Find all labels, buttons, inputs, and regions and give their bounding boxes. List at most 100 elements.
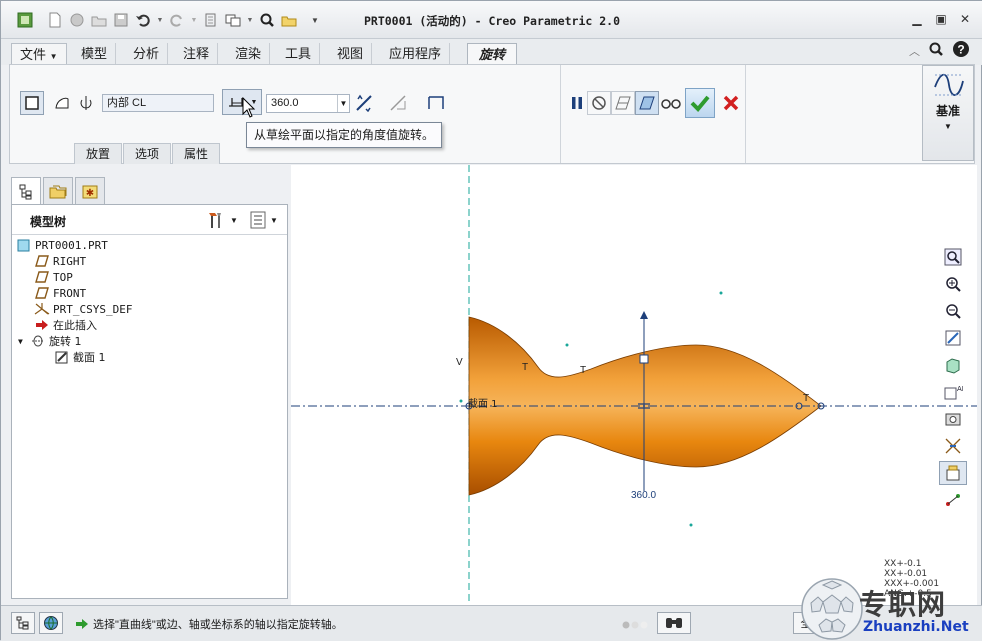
model-tree-tab-icon[interactable]: [11, 177, 41, 205]
solid-revolve-icon[interactable]: [20, 91, 44, 115]
subtab-placement[interactable]: 放置: [74, 143, 123, 164]
minimize-icon[interactable]: ▁: [905, 9, 929, 29]
mouse-cursor-icon: [242, 96, 256, 122]
minimize-ribbon-icon[interactable]: ︿: [909, 43, 920, 59]
cancel-feature-button[interactable]: [719, 91, 743, 115]
axis-collector[interactable]: 内部 CL: [102, 94, 214, 112]
favorites-tab-icon[interactable]: ✱: [75, 177, 105, 205]
search-help-icon[interactable]: [928, 41, 944, 60]
tree-item-revolve[interactable]: ▼ 旋转 1: [18, 333, 82, 349]
tree-item-label: TOP: [53, 270, 73, 284]
view-manager-icon[interactable]: [939, 407, 967, 431]
tab-annotate[interactable]: 注释: [175, 43, 219, 65]
tab-model[interactable]: 模型: [73, 43, 117, 65]
constraint-label-t: T: [580, 365, 586, 376]
datum-display-filter-icon[interactable]: [939, 434, 967, 458]
remove-material-icon[interactable]: [386, 91, 410, 115]
tab-applications[interactable]: 应用程序: [381, 43, 451, 65]
repaint-icon[interactable]: [939, 326, 967, 350]
subtab-options[interactable]: 选项: [123, 143, 172, 164]
watermark-url: Zhuanzhi.Net: [863, 619, 969, 635]
geometry-preview-icon[interactable]: [611, 91, 635, 115]
zoom-in-icon[interactable]: [939, 272, 967, 296]
svg-text:?: ?: [957, 43, 964, 57]
tree-item-csys[interactable]: PRT_CSYS_DEF: [34, 301, 132, 317]
help-icon[interactable]: ?: [952, 40, 970, 61]
close-icon[interactable]: ✕: [953, 9, 977, 29]
tab-view[interactable]: 视图: [329, 43, 373, 65]
display-style-icon[interactable]: [939, 353, 967, 377]
ribbon-tab-row: 文件 ▼ 模型 分析 注释 渲染 工具 视图 应用程序 旋转 ︿ ?: [1, 39, 982, 65]
status-message: 选择"直曲线"或边、轴或坐标系的轴以指定旋转轴。: [75, 614, 343, 634]
tree-item-right[interactable]: RIGHT: [34, 253, 86, 269]
chevron-down-icon: ▼: [230, 215, 238, 225]
sketch-view-icon[interactable]: [939, 461, 967, 485]
tree-item-part[interactable]: PRT0001.PRT: [16, 237, 108, 253]
angle-input[interactable]: 360.0 ▼: [266, 94, 350, 113]
chevron-down-icon[interactable]: ▼: [337, 95, 349, 112]
navigator-toggle-icon[interactable]: [11, 612, 35, 634]
zoom-out-icon[interactable]: [939, 299, 967, 323]
browser-toggle-icon[interactable]: [39, 612, 63, 634]
expand-arrow-icon[interactable]: ▼: [18, 337, 30, 346]
watermark-cn: 专职网: [859, 588, 947, 621]
navigator-tabs: ✱: [11, 177, 107, 205]
pause-icon[interactable]: [565, 91, 589, 115]
no-preview-icon[interactable]: [587, 91, 611, 115]
saved-orientations-icon[interactable]: AB: [939, 380, 967, 404]
tree-item-label: FRONT: [53, 286, 87, 300]
constraint-label-t: T: [522, 362, 528, 373]
tree-settings-button[interactable]: ▼: [206, 211, 238, 229]
datum-point: [689, 523, 693, 527]
tab-file[interactable]: 文件 ▼: [11, 43, 67, 65]
tab-analysis[interactable]: 分析: [125, 43, 169, 65]
constraint-label-t: T: [803, 393, 809, 404]
feature-preview-icon[interactable]: [635, 91, 659, 115]
constraint-label-v: V: [456, 357, 463, 368]
apply-feature-button[interactable]: [685, 88, 715, 118]
show-button[interactable]: ▼: [250, 211, 278, 229]
datum-button[interactable]: 基准 ▼: [922, 65, 974, 161]
window-controls: ▁ ▣ ✕: [905, 9, 977, 29]
verify-glasses-icon[interactable]: [659, 91, 683, 115]
watermark: 专职网 Zhuanzhi.Net: [797, 575, 982, 641]
tooltip: 从草绘平面以指定的角度值旋转。: [246, 122, 442, 148]
tree-item-top[interactable]: TOP: [34, 269, 73, 285]
drag-handle[interactable]: [639, 354, 649, 364]
window-title: PRT0001 (活动的) - Creo Parametric 2.0: [363, 14, 621, 28]
message-arrow-icon: [76, 619, 88, 629]
datum-plane-icon: [34, 254, 50, 268]
tree-item-label: 旋转 1: [49, 335, 82, 348]
angle-dimension-text[interactable]: 360.0: [631, 490, 656, 501]
folder-browser-tab-icon[interactable]: [43, 177, 73, 205]
refit-icon[interactable]: [939, 245, 967, 269]
tab-revolve[interactable]: 旋转: [467, 43, 517, 65]
subtab-properties[interactable]: 属性: [172, 143, 221, 164]
tree-item-label: PRT0001.PRT: [35, 238, 108, 252]
annotation-display-icon[interactable]: [939, 488, 967, 512]
tolerance-line: XX+-0.1: [884, 559, 922, 569]
status-message-text: 选择"直曲线"或边、轴或坐标系的轴以指定旋转轴。: [93, 619, 343, 631]
tree-item-front[interactable]: FRONT: [34, 285, 86, 301]
flip-direction-icon[interactable]: [352, 91, 376, 115]
tree-item-insert-here[interactable]: 在此插入: [34, 317, 97, 333]
revolve-axis-icon[interactable]: [74, 91, 98, 115]
tab-render[interactable]: 渲染: [227, 43, 271, 65]
thicken-sketch-icon[interactable]: [424, 91, 448, 115]
find-icon[interactable]: [657, 612, 691, 634]
maximize-icon[interactable]: ▣: [929, 9, 953, 29]
app-window: ▼ ▼ ▼ ▼ PRT0001 (活动的) - Creo Parametric …: [0, 0, 982, 641]
graphics-toolbar: AB: [939, 245, 969, 521]
graphics-window[interactable]: V T T T 截面 1 360.0: [291, 165, 977, 605]
datum-plane-icon: [34, 286, 50, 300]
dashboard-subtabs: 放置 选项 属性: [74, 143, 221, 164]
tree-item-label: RIGHT: [53, 254, 87, 268]
tree-item-section[interactable]: 截面 1: [54, 349, 106, 365]
revolve-feature-icon: [30, 334, 46, 348]
tab-tools[interactable]: 工具: [277, 43, 321, 65]
tree-item-label: 截面 1: [73, 351, 106, 364]
tree-item-label: 在此插入: [53, 319, 97, 332]
tree-item-label: PRT_CSYS_DEF: [53, 302, 133, 316]
surface-revolve-icon[interactable]: [50, 91, 74, 115]
chevron-down-icon: ▼: [270, 215, 278, 225]
